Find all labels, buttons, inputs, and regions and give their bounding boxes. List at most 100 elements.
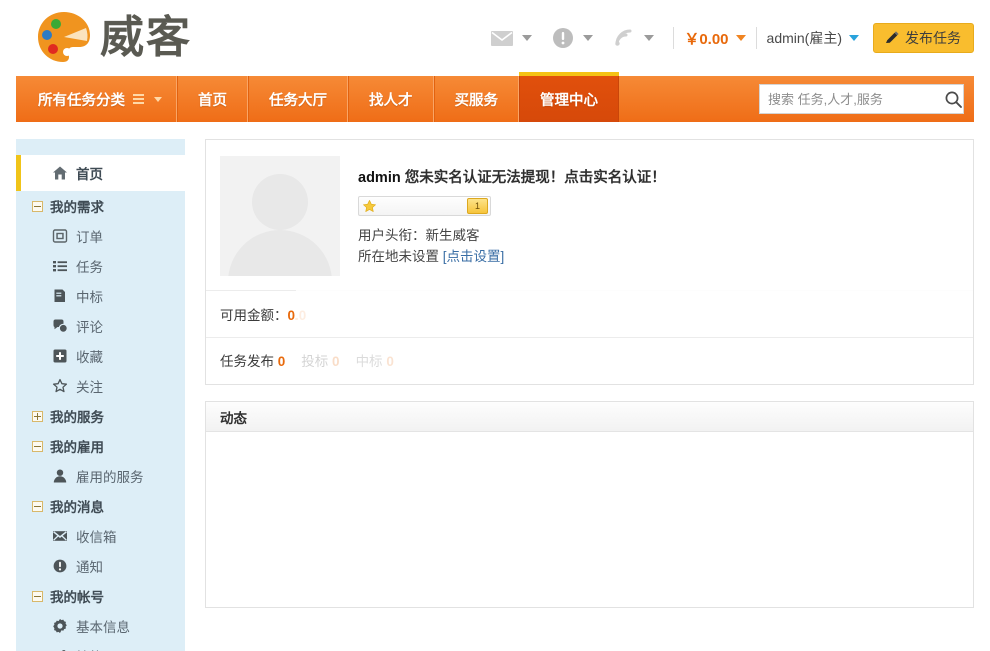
alerts-menu[interactable] [541, 25, 602, 51]
sidebar-item-skills[interactable]: 技能 [16, 641, 185, 651]
palette-icon [34, 8, 94, 68]
rss-menu[interactable] [602, 25, 663, 51]
sidebar-label: 关注 [76, 380, 103, 395]
collapse-toggle-icon[interactable] [32, 500, 43, 512]
sidebar-item-winning-bid[interactable]: 中标 [16, 281, 185, 311]
sidebar-item-home[interactable]: 首页 [16, 155, 185, 191]
main-navigation: 所有任务分类 首页 任务大厅 找人才 买服务 管理中心 [16, 72, 974, 122]
sidebar-item-favorites[interactable]: 收藏 [16, 341, 185, 371]
balance-amount: ￥0.00 [684, 30, 729, 48]
exclamation-circle-icon [550, 25, 576, 51]
sidebar-group-my-account[interactable]: 我的帐号 [16, 581, 185, 611]
sidebar-label: 评论 [76, 320, 103, 335]
sidebar-label: 通知 [76, 560, 103, 575]
activity-header: 动态 [206, 402, 973, 432]
mail-menu[interactable] [480, 25, 541, 51]
sidebar-item-following[interactable]: 关注 [16, 371, 185, 401]
divider [755, 27, 757, 49]
sidebar-item-inbox[interactable]: 收信箱 [16, 521, 185, 551]
publish-task-label: 发布任务 [905, 30, 961, 46]
home-icon [52, 165, 68, 181]
nav-item-admin-center[interactable]: 管理中心 [519, 72, 619, 122]
sidebar-item-orders[interactable]: 订单 [16, 221, 185, 251]
sidebar-group-my-hires[interactable]: 我的雇用 [16, 431, 185, 461]
nav-label: 找人才 [369, 92, 413, 109]
sidebar-label: 雇用的服务 [76, 470, 144, 485]
bookmark-icon [52, 348, 68, 364]
stat-value: 0 [277, 354, 286, 369]
nav-all-categories-label: 所有任务分类 [38, 92, 125, 109]
profile-details: admin 您未实名认证无法提现！点击实名认证！ 1 用户头衔：新生威客 所在地… [358, 156, 666, 276]
sidebar-group-my-services[interactable]: 我的服务 [16, 401, 185, 431]
set-location-link[interactable]: [点击设置] [443, 249, 505, 264]
stat-label: 中标 [355, 354, 383, 369]
chevron-down-icon [735, 35, 746, 41]
account-menu[interactable]: admin(雇主) [767, 28, 859, 48]
sidebar-label: 收藏 [76, 350, 103, 365]
profile-notice[interactable]: admin 您未实名认证无法提现！点击实名认证！ [358, 166, 666, 187]
sidebar-label: 我的消息 [50, 500, 104, 515]
list-icon [133, 94, 144, 104]
sidebar-item-tasks[interactable]: 任务 [16, 251, 185, 281]
sidebar-label: 技能 [76, 646, 103, 651]
nav-item-find-talent[interactable]: 找人才 [348, 76, 434, 122]
chevron-down-icon [154, 96, 162, 102]
expand-toggle-icon[interactable] [32, 410, 43, 422]
chevron-down-icon [522, 35, 533, 41]
stat-bids: 投标 0 [301, 350, 339, 370]
profile-title-line: 用户头衔：新生威客 [358, 225, 666, 246]
site-header: 威客 ￥0.00 admin(雇主) 发布任务 [0, 0, 990, 76]
balance-value: 0.0 [287, 308, 307, 323]
inbox-icon [52, 528, 68, 544]
page-body: 首页 我的需求 订单 任务 中标 评论 收藏 关注 我的服务 我的雇用 雇用的服… [16, 139, 974, 651]
activity-panel: 动态 [205, 401, 974, 608]
bell-icon [52, 558, 68, 574]
sidebar-item-comments[interactable]: 评论 [16, 311, 185, 341]
collapse-toggle-icon[interactable] [32, 590, 43, 602]
sidebar-item-hired-services[interactable]: 雇用的服务 [16, 461, 185, 491]
divider [673, 27, 675, 49]
sidebar-item-notifications[interactable]: 通知 [16, 551, 185, 581]
collapse-toggle-icon[interactable] [32, 200, 43, 212]
envelope-icon [489, 25, 515, 51]
sidebar-label: 中标 [76, 290, 103, 305]
balance-row: 可用金额：0.0 [206, 277, 973, 337]
publish-task-button[interactable]: 发布任务 [873, 23, 974, 53]
gear-icon [52, 618, 68, 634]
sidebar-group-my-messages[interactable]: 我的消息 [16, 491, 185, 521]
chevron-down-icon [849, 35, 859, 41]
nav-label: 任务大厅 [269, 92, 327, 109]
nav-all-categories[interactable]: 所有任务分类 [16, 76, 177, 122]
balance-menu[interactable]: ￥0.00 [684, 28, 746, 49]
nav-label: 买服务 [454, 92, 499, 109]
chevron-down-icon [644, 35, 655, 41]
comment-icon [52, 318, 68, 334]
sidebar-label: 收信箱 [76, 530, 117, 545]
nav-label: 首页 [198, 92, 227, 109]
sidebar-label: 任务 [76, 260, 103, 275]
order-icon [52, 228, 68, 244]
search-input[interactable] [768, 91, 944, 107]
stat-label: 投标 [301, 354, 329, 369]
profile-location-line: 所在地未设置 [点击设置] [358, 246, 666, 267]
sidebar: 首页 我的需求 订单 任务 中标 评论 收藏 关注 我的服务 我的雇用 雇用的服… [16, 139, 185, 651]
collapse-toggle-icon[interactable] [32, 440, 43, 452]
sidebar-label: 首页 [76, 167, 103, 182]
rss-icon [611, 25, 637, 51]
profile-summary: admin 您未实名认证无法提现！点击实名认证！ 1 用户头衔：新生威客 所在地… [206, 140, 973, 290]
profile-username: admin [358, 170, 401, 186]
search-icon[interactable] [944, 90, 963, 109]
nav-item-home[interactable]: 首页 [177, 76, 248, 122]
sidebar-group-my-demand[interactable]: 我的需求 [16, 191, 185, 221]
nav-item-buy-service[interactable]: 买服务 [433, 76, 519, 122]
sidebar-item-basic-info[interactable]: 基本信息 [16, 611, 185, 641]
site-logo[interactable]: 威客 [34, 8, 192, 68]
nav-item-task-hall[interactable]: 任务大厅 [248, 76, 348, 122]
chevron-down-icon [583, 35, 594, 41]
stats-row: 任务发布 0 投标 0 中标 0 [206, 338, 973, 384]
stat-value: 0 [386, 354, 394, 369]
profile-location-label: 所在地未设置 [358, 249, 439, 264]
default-avatar-icon[interactable] [220, 156, 340, 276]
search-bar[interactable] [759, 84, 964, 114]
pencil-icon [884, 30, 900, 46]
